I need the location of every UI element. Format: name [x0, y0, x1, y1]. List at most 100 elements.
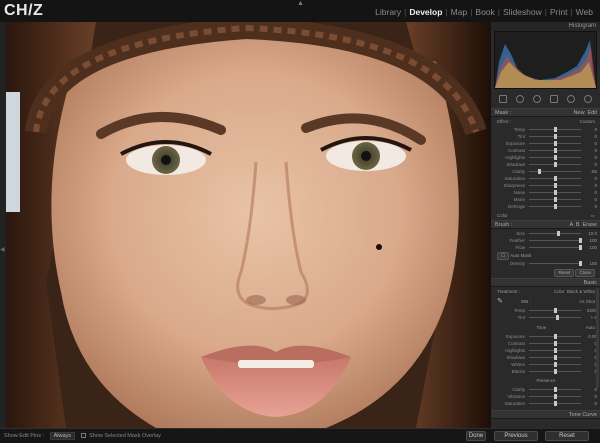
- slider-blacks[interactable]: Blacks0: [491, 368, 600, 375]
- slider-temp[interactable]: Temp 5200: [491, 307, 600, 314]
- slider-knob[interactable]: [554, 334, 557, 339]
- slider-shadows[interactable]: Shadows0: [491, 161, 600, 168]
- module-map[interactable]: Map: [448, 7, 471, 17]
- portrait-photo: [6, 22, 490, 428]
- slider-size[interactable]: Size 10.0: [491, 230, 600, 237]
- brush-a[interactable]: A: [569, 222, 572, 228]
- module-print[interactable]: Print: [547, 7, 570, 17]
- slider-knob[interactable]: [554, 204, 557, 209]
- color-swatch[interactable]: ▭: [591, 212, 595, 220]
- slider-track[interactable]: [529, 233, 581, 234]
- slider-knob[interactable]: [554, 341, 557, 346]
- photo-canvas[interactable]: [6, 22, 490, 428]
- panel-scrollbar[interactable]: [596, 288, 599, 388]
- module-web[interactable]: Web: [573, 7, 596, 17]
- done-button[interactable]: Done: [466, 431, 486, 441]
- radial-filter-icon[interactable]: [567, 95, 576, 103]
- slider-tint[interactable]: Tint 0: [491, 133, 600, 140]
- triangle-up-icon[interactable]: ▲: [297, 0, 304, 7]
- slider-sharpness[interactable]: Sharpness 0: [491, 182, 600, 189]
- crop-icon[interactable]: [498, 95, 507, 103]
- slider-knob[interactable]: [556, 231, 560, 236]
- brush-reset-button[interactable]: Reset: [554, 269, 575, 277]
- slider-knob[interactable]: [555, 315, 559, 320]
- slider-knob[interactable]: [554, 308, 557, 313]
- slider-knob[interactable]: [554, 183, 557, 188]
- slider-knob[interactable]: [554, 162, 557, 167]
- reset-button[interactable]: Reset: [545, 431, 589, 441]
- slider-feather[interactable]: Feather 100: [491, 237, 600, 244]
- tone-auto-button[interactable]: Auto: [586, 324, 595, 332]
- slider-vibrance[interactable]: Vibrance 0: [491, 393, 600, 400]
- slider-clarity[interactable]: Clarity -65: [491, 168, 600, 175]
- slider-noise[interactable]: Noise 0: [491, 189, 600, 196]
- slider-highlights[interactable]: Highlights0: [491, 347, 600, 354]
- slider-knob[interactable]: [537, 169, 541, 174]
- wb-dropdown[interactable]: As Shot: [579, 298, 595, 306]
- slider-highlights[interactable]: Highlights0: [491, 154, 600, 161]
- histogram-title: Histogram: [491, 22, 600, 31]
- effect-dropdown[interactable]: Custom: [579, 118, 595, 126]
- auto-mask-checkbox[interactable]: ☐: [497, 252, 510, 260]
- slider-exposure[interactable]: Exposure 0.00: [491, 333, 600, 340]
- slider-knob[interactable]: [554, 348, 557, 353]
- slider-shadows[interactable]: Shadows0: [491, 354, 600, 361]
- module-slideshow[interactable]: Slideshow: [500, 7, 545, 17]
- slider-knob[interactable]: [554, 362, 557, 367]
- slider-knob[interactable]: [579, 245, 582, 250]
- slider-knob[interactable]: [554, 134, 557, 139]
- brush-erase[interactable]: Erase: [583, 222, 597, 228]
- slider-knob[interactable]: [554, 394, 557, 399]
- triangle-left-icon[interactable]: ◀: [0, 246, 5, 253]
- slider-knob[interactable]: [554, 176, 557, 181]
- edit-pins-dropdown[interactable]: Always: [49, 432, 75, 440]
- slider-knob[interactable]: [579, 238, 582, 243]
- slider-saturation[interactable]: Saturation 0: [491, 400, 600, 407]
- slider-contrast[interactable]: Contrast0: [491, 340, 600, 347]
- treatment-color[interactable]: Color: [554, 289, 565, 294]
- slider-tint[interactable]: Tint + 6: [491, 314, 600, 321]
- spot-removal-icon[interactable]: [515, 95, 524, 103]
- red-eye-icon[interactable]: [532, 95, 541, 103]
- slider-whites[interactable]: Whites0: [491, 361, 600, 368]
- slider-knob[interactable]: [554, 355, 557, 360]
- slider-knob[interactable]: [554, 387, 557, 392]
- slider-temp[interactable]: Temp 0: [491, 126, 600, 133]
- mask-new[interactable]: New: [573, 110, 584, 116]
- color-label: Color: [497, 213, 508, 218]
- slider-knob[interactable]: [554, 155, 557, 160]
- slider-knob[interactable]: [554, 401, 557, 406]
- module-develop[interactable]: Develop: [406, 7, 445, 17]
- treatment-bw[interactable]: Black & White: [567, 289, 595, 294]
- previous-button[interactable]: Previous: [494, 431, 538, 441]
- graduated-filter-icon[interactable]: [550, 95, 559, 103]
- slider-moire[interactable]: Moire 0: [491, 196, 600, 203]
- slider-knob[interactable]: [554, 190, 557, 195]
- brush-b[interactable]: B: [576, 222, 580, 228]
- slider-knob[interactable]: [554, 141, 557, 146]
- slider-knob[interactable]: [554, 197, 557, 202]
- density-slider[interactable]: Density 100: [491, 260, 600, 267]
- module-book[interactable]: Book: [472, 7, 497, 17]
- tone-curve-header[interactable]: Tone Curve: [491, 410, 600, 419]
- brush-close-button[interactable]: Close: [575, 269, 595, 277]
- histogram[interactable]: [494, 31, 597, 89]
- adjustment-brush-icon[interactable]: [584, 95, 593, 103]
- slider-exposure[interactable]: Exposure 0: [491, 140, 600, 147]
- slider-track[interactable]: [529, 247, 581, 248]
- mask-overlay-checkbox[interactable]: [80, 433, 86, 439]
- slider-knob[interactable]: [554, 369, 557, 374]
- slider-saturation[interactable]: Saturation 0: [491, 175, 600, 182]
- module-library[interactable]: Library: [372, 7, 404, 17]
- mask-edit[interactable]: Edit: [588, 110, 597, 116]
- slider-clarity[interactable]: Clarity 0: [491, 386, 600, 393]
- develop-right-panel: Histogram Mask : New Edit Effect : Custo…: [490, 22, 600, 428]
- slider-track[interactable]: [529, 240, 581, 241]
- basic-header[interactable]: Basic: [491, 278, 600, 287]
- slider-knob[interactable]: [554, 148, 557, 153]
- slider-flow[interactable]: Flow 100: [491, 244, 600, 251]
- slider-defringe[interactable]: Defringe 0: [491, 203, 600, 210]
- slider-knob[interactable]: [554, 127, 557, 132]
- slider-contrast[interactable]: Contrast0: [491, 147, 600, 154]
- brush-label: Brush :: [495, 222, 513, 228]
